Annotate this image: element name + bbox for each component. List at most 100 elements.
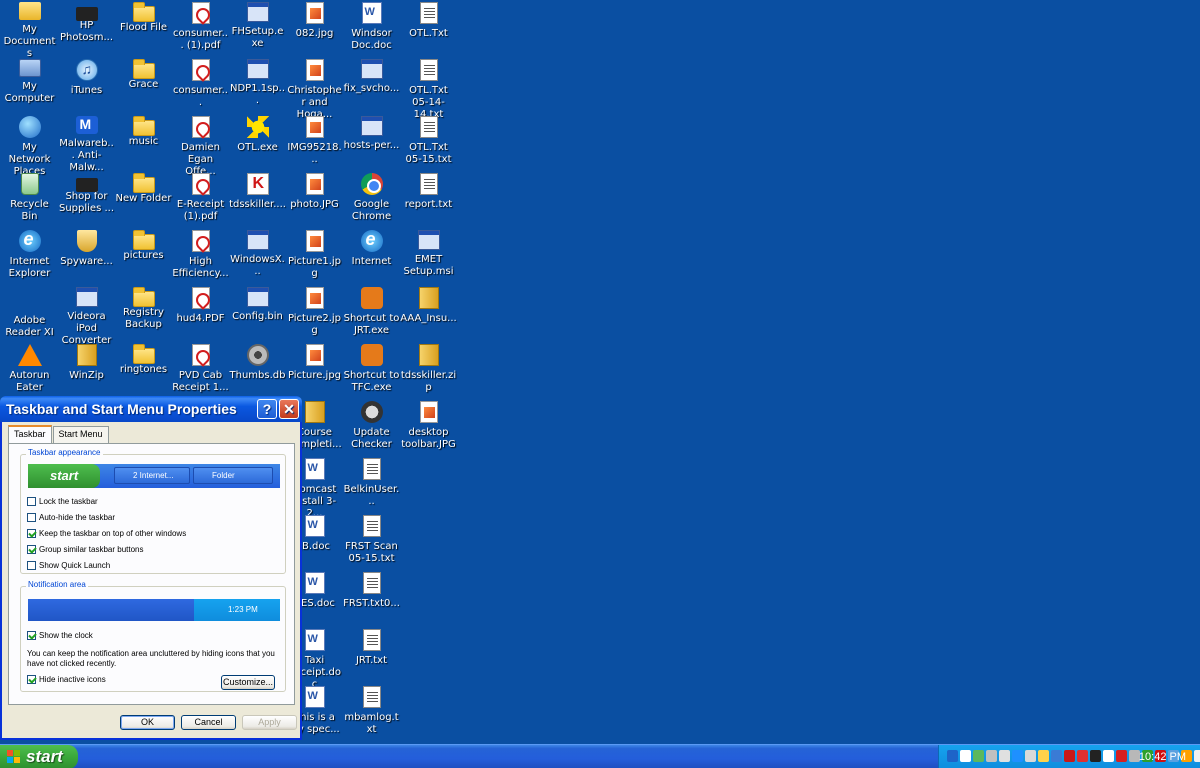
desktop-icon[interactable]: EMET Setup.msi — [400, 228, 457, 285]
tray-app-icon[interactable] — [1116, 750, 1127, 762]
desktop-icon[interactable]: WinZip — [58, 342, 115, 399]
desktop-icon[interactable]: Update Checker — [343, 399, 400, 456]
desktop-icon[interactable]: Picture.jpg — [286, 342, 343, 399]
desktop-icon[interactable]: tdsskiller.... — [229, 171, 286, 228]
tray-app-icon[interactable] — [1051, 750, 1062, 762]
desktop-icon[interactable]: My Documents — [1, 0, 58, 59]
customize-button[interactable]: Customize... — [221, 675, 275, 690]
desktop-icon[interactable]: FHSetup.exe — [229, 0, 286, 57]
desktop-icon[interactable]: 082.jpg — [286, 0, 343, 57]
desktop-icon[interactable]: Registry Backup — [115, 285, 172, 342]
desktop-icon[interactable]: fix_svcho... — [343, 57, 400, 114]
desktop-icon[interactable]: Thumbs.db — [229, 342, 286, 399]
dialog-titlebar[interactable]: Taskbar and Start Menu Properties ? ✕ — [0, 396, 302, 422]
desktop-icon[interactable]: My Network Places — [1, 114, 58, 177]
tray-app-icon[interactable] — [1103, 750, 1114, 762]
desktop-icon[interactable]: OTL.Txt 05-14-14.txt — [400, 57, 457, 120]
tab-start-menu[interactable]: Start Menu — [52, 426, 109, 444]
tray-app-icon[interactable] — [1025, 750, 1036, 762]
desktop-icon[interactable]: Picture2.jpg — [286, 285, 343, 342]
desktop-icon[interactable]: High Efficiency... — [172, 228, 229, 285]
cancel-button[interactable]: Cancel — [181, 715, 236, 730]
group-similar-checkbox[interactable] — [27, 545, 36, 554]
desktop-icon[interactable]: Spyware... — [58, 228, 115, 285]
desktop-icon[interactable]: Shortcut to TFC.exe — [343, 342, 400, 399]
tab-taskbar[interactable]: Taskbar — [8, 425, 52, 443]
hide-inactive-checkbox[interactable] — [27, 675, 36, 684]
desktop-icon[interactable]: Picture1.jpg — [286, 228, 343, 285]
desktop-icon[interactable]: My Computer — [1, 57, 58, 114]
lock-taskbar-checkbox[interactable] — [27, 497, 36, 506]
desktop-icon[interactable]: OTL.exe — [229, 114, 286, 171]
desktop-icon[interactable]: WindowsX... — [229, 228, 286, 285]
option-show-clock[interactable]: Show the clock — [27, 631, 93, 640]
desktop-icon[interactable]: mbamlog.txt — [343, 684, 400, 741]
desktop-icon[interactable]: IMG95218... — [286, 114, 343, 171]
desktop-icon[interactable]: OTL.Txt — [400, 0, 457, 57]
close-button[interactable]: ✕ — [279, 399, 299, 419]
option-quick-launch[interactable]: Show Quick Launch — [27, 561, 110, 570]
tray-app-icon[interactable] — [1090, 750, 1101, 762]
option-lock-taskbar[interactable]: Lock the taskbar — [27, 497, 98, 506]
tray-app-icon[interactable] — [1064, 750, 1075, 762]
desktop-icon[interactable]: E-Receipt (1).pdf — [172, 171, 229, 228]
desktop-icon[interactable]: Windsor Doc.doc — [343, 0, 400, 57]
desktop-icon[interactable]: Config.bin — [229, 285, 286, 342]
desktop-icon[interactable]: photo.JPG — [286, 171, 343, 228]
desktop-icon[interactable]: Malwareb... Anti-Malw... — [58, 114, 115, 173]
tray-app-icon[interactable] — [986, 750, 997, 762]
auto-hide-checkbox[interactable] — [27, 513, 36, 522]
desktop-icon[interactable]: music — [115, 114, 172, 171]
desktop-icon[interactable]: Shop for Supplies ... — [58, 171, 115, 228]
desktop-icon[interactable]: Christopher and Hoga... — [286, 57, 343, 120]
help-button[interactable]: ? — [257, 399, 277, 419]
desktop-icon[interactable]: Damien Egan Offe... — [172, 114, 229, 177]
desktop-icon[interactable]: Adobe Reader XI — [1, 285, 58, 342]
tray-clock[interactable]: 10:42 PM — [1139, 745, 1186, 768]
desktop-icon[interactable]: hud4.PDF — [172, 285, 229, 342]
desktop-icon[interactable]: consumer... (1).pdf — [172, 0, 229, 57]
option-auto-hide[interactable]: Auto-hide the taskbar — [27, 513, 115, 522]
desktop-icon[interactable]: Shortcut to JRT.exe — [343, 285, 400, 342]
ok-button[interactable]: OK — [120, 715, 175, 730]
desktop-icon[interactable]: Flood File — [115, 0, 172, 57]
desktop-icon[interactable]: ringtones — [115, 342, 172, 399]
desktop-icon[interactable]: consumer... — [172, 57, 229, 114]
option-group-similar[interactable]: Group similar taskbar buttons — [27, 545, 144, 554]
desktop-icon[interactable]: HP Photosm... — [58, 0, 115, 57]
desktop-icon[interactable]: Recycle Bin — [1, 171, 58, 228]
desktop-icon[interactable]: BelkinUser... — [343, 456, 400, 513]
desktop-icon[interactable]: AAA_Insu... — [400, 285, 457, 342]
tray-app-icon[interactable] — [960, 750, 971, 762]
option-keep-on-top[interactable]: Keep the taskbar on top of other windows — [27, 529, 186, 538]
desktop-icon[interactable]: FRST Scan 05-15.txt — [343, 513, 400, 570]
apply-button[interactable]: Apply — [242, 715, 297, 730]
tray-app-icon[interactable] — [1038, 750, 1049, 762]
keep-on-top-checkbox[interactable] — [27, 529, 36, 538]
tray-app-icon[interactable] — [1077, 750, 1088, 762]
desktop-icon[interactable]: desktop toolbar.JPG — [400, 399, 457, 456]
desktop-icon[interactable]: report.txt — [400, 171, 457, 228]
tray-app-icon[interactable] — [1012, 750, 1023, 762]
desktop-icon[interactable]: Internet Explorer — [1, 228, 58, 285]
desktop-icon[interactable]: hosts-per... — [343, 114, 400, 171]
desktop-icon[interactable]: Google Chrome — [343, 171, 400, 228]
desktop-icon[interactable]: Videora iPod Converter — [58, 285, 115, 346]
desktop-icon[interactable]: JRT.txt — [343, 627, 400, 684]
desktop-icon[interactable]: Autorun Eater — [1, 342, 58, 399]
desktop-icon[interactable]: Grace — [115, 57, 172, 114]
show-clock-checkbox[interactable] — [27, 631, 36, 640]
tray-app-icon[interactable] — [947, 750, 958, 762]
option-hide-inactive[interactable]: Hide inactive icons — [27, 675, 106, 684]
start-button[interactable]: start — [0, 745, 78, 768]
desktop-icon[interactable]: Internet — [343, 228, 400, 285]
desktop-icon[interactable]: tdsskiller.zip — [400, 342, 457, 399]
desktop-icon[interactable]: NDP1.1sp... — [229, 57, 286, 114]
tray-app-icon[interactable] — [999, 750, 1010, 762]
desktop-icon[interactable]: pictures — [115, 228, 172, 285]
tray-app-icon[interactable] — [973, 750, 984, 762]
desktop-icon[interactable]: PVD Cab Receipt 1... — [172, 342, 229, 399]
desktop-icon[interactable]: New Folder — [115, 171, 172, 228]
desktop-icon[interactable]: OTL.Txt 05-15.txt — [400, 114, 457, 171]
desktop-icon[interactable]: iTunes — [58, 57, 115, 114]
